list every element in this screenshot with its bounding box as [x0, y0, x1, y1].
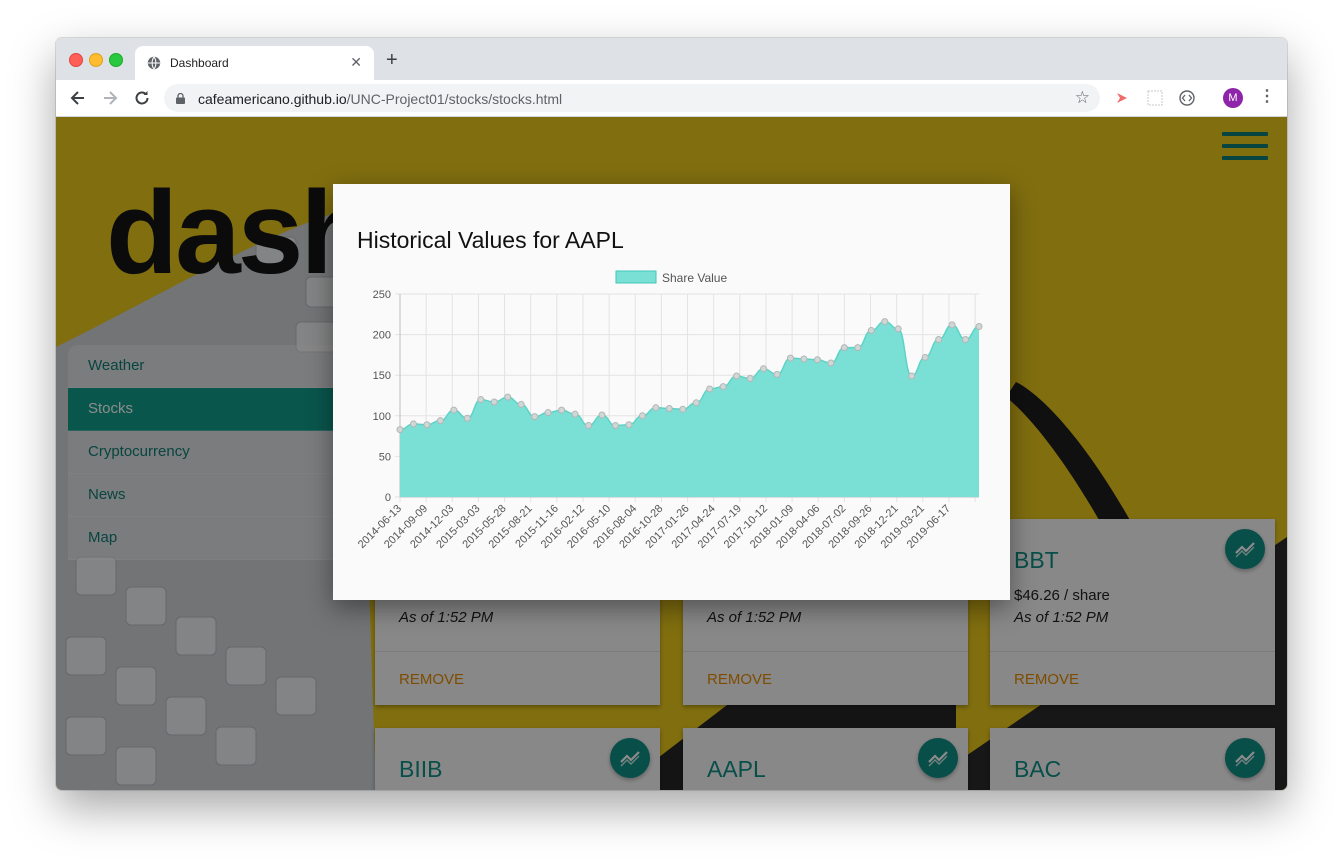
bookmark-star-icon[interactable]: ☆	[1075, 88, 1090, 108]
data-point[interactable]	[921, 353, 929, 361]
data-point[interactable]	[396, 426, 404, 434]
data-point[interactable]	[706, 385, 714, 393]
data-point[interactable]	[800, 355, 808, 363]
data-point[interactable]	[881, 318, 889, 326]
y-tick-label: 50	[379, 451, 391, 463]
browser-toolbar: cafeamericano.github.io/UNC-Project01/st…	[56, 80, 1287, 117]
address-bar[interactable]: cafeamericano.github.io/UNC-Project01/st…	[164, 84, 1100, 112]
data-point[interactable]	[517, 400, 525, 408]
data-point[interactable]	[409, 420, 417, 428]
data-point[interactable]	[962, 335, 970, 343]
url-text: cafeamericano.github.io/UNC-Project01/st…	[198, 91, 562, 107]
title-bar: Dashboard ✕ +	[56, 38, 1287, 80]
data-point[interactable]	[504, 393, 512, 401]
data-point[interactable]	[894, 325, 902, 333]
data-point[interactable]	[531, 413, 539, 421]
extension-grid-icon[interactable]	[1147, 90, 1163, 106]
data-point[interactable]	[490, 398, 498, 406]
data-point[interactable]	[598, 411, 606, 419]
maximize-window-button[interactable]	[109, 53, 123, 67]
y-tick-label: 100	[373, 411, 391, 423]
data-point[interactable]	[463, 414, 471, 422]
browser-menu-icon[interactable]: ⋮	[1259, 86, 1275, 106]
close-window-button[interactable]	[69, 53, 83, 67]
back-icon[interactable]	[68, 88, 88, 108]
y-tick-label: 250	[373, 289, 391, 301]
data-point[interactable]	[746, 374, 754, 382]
extension-arrow-icon[interactable]	[1115, 90, 1131, 106]
url-path: /UNC-Project01/stocks/stocks.html	[346, 91, 563, 107]
data-point[interactable]	[544, 409, 552, 417]
data-point[interactable]	[652, 404, 660, 412]
data-point[interactable]	[692, 399, 700, 407]
data-point[interactable]	[975, 322, 983, 330]
data-point[interactable]	[867, 327, 875, 335]
data-point[interactable]	[733, 372, 741, 380]
new-tab-button[interactable]: +	[386, 50, 398, 70]
data-point[interactable]	[773, 370, 781, 378]
lock-icon	[176, 93, 185, 104]
data-point[interactable]	[854, 344, 862, 352]
series-area-share-value	[400, 321, 979, 497]
data-point[interactable]	[558, 406, 566, 414]
tab-dashboard[interactable]: Dashboard ✕	[135, 46, 374, 80]
data-point[interactable]	[908, 372, 916, 380]
data-point[interactable]	[760, 365, 768, 373]
data-point[interactable]	[665, 404, 673, 412]
minimize-window-button[interactable]	[89, 53, 103, 67]
forward-icon[interactable]	[100, 88, 120, 108]
extension-code-icon[interactable]	[1179, 90, 1195, 106]
legend-swatch	[615, 270, 657, 284]
globe-icon	[147, 56, 161, 70]
data-point[interactable]	[827, 359, 835, 367]
data-point[interactable]	[840, 344, 848, 352]
y-tick-label: 200	[373, 330, 391, 342]
browser-window: Dashboard ✕ + cafeamericano.github.io/UN…	[56, 38, 1287, 790]
data-point[interactable]	[585, 422, 593, 430]
data-point[interactable]	[719, 383, 727, 391]
share-value-chart: 050100150200250 2014-06-132014-09-092014…	[356, 270, 983, 551]
data-point[interactable]	[625, 421, 633, 429]
url-domain: cafeamericano.github.io	[198, 91, 347, 107]
historical-values-modal: Historical Values for AAPL 0 50 100 150 200 2…	[333, 184, 1010, 600]
data-point[interactable]	[679, 405, 687, 413]
data-point[interactable]	[450, 406, 458, 414]
data-point[interactable]	[638, 412, 646, 420]
data-point[interactable]	[571, 410, 579, 418]
tab-title: Dashboard	[170, 56, 229, 70]
data-point[interactable]	[436, 417, 444, 425]
data-point[interactable]	[948, 321, 956, 329]
close-tab-icon[interactable]: ✕	[350, 54, 362, 71]
data-point[interactable]	[477, 396, 485, 404]
profile-avatar[interactable]: M	[1223, 88, 1243, 108]
y-tick-label: 0	[385, 492, 391, 504]
reload-icon[interactable]	[132, 88, 152, 108]
data-point[interactable]	[423, 421, 431, 429]
data-point[interactable]	[813, 356, 821, 364]
page-content: dash Weather Stocks Cryptocurrency News …	[56, 117, 1287, 790]
y-tick-label: 150	[373, 370, 391, 382]
data-point[interactable]	[935, 335, 943, 343]
legend-label: Share Value	[662, 271, 727, 285]
data-point[interactable]	[786, 354, 794, 362]
data-point[interactable]	[611, 422, 619, 430]
